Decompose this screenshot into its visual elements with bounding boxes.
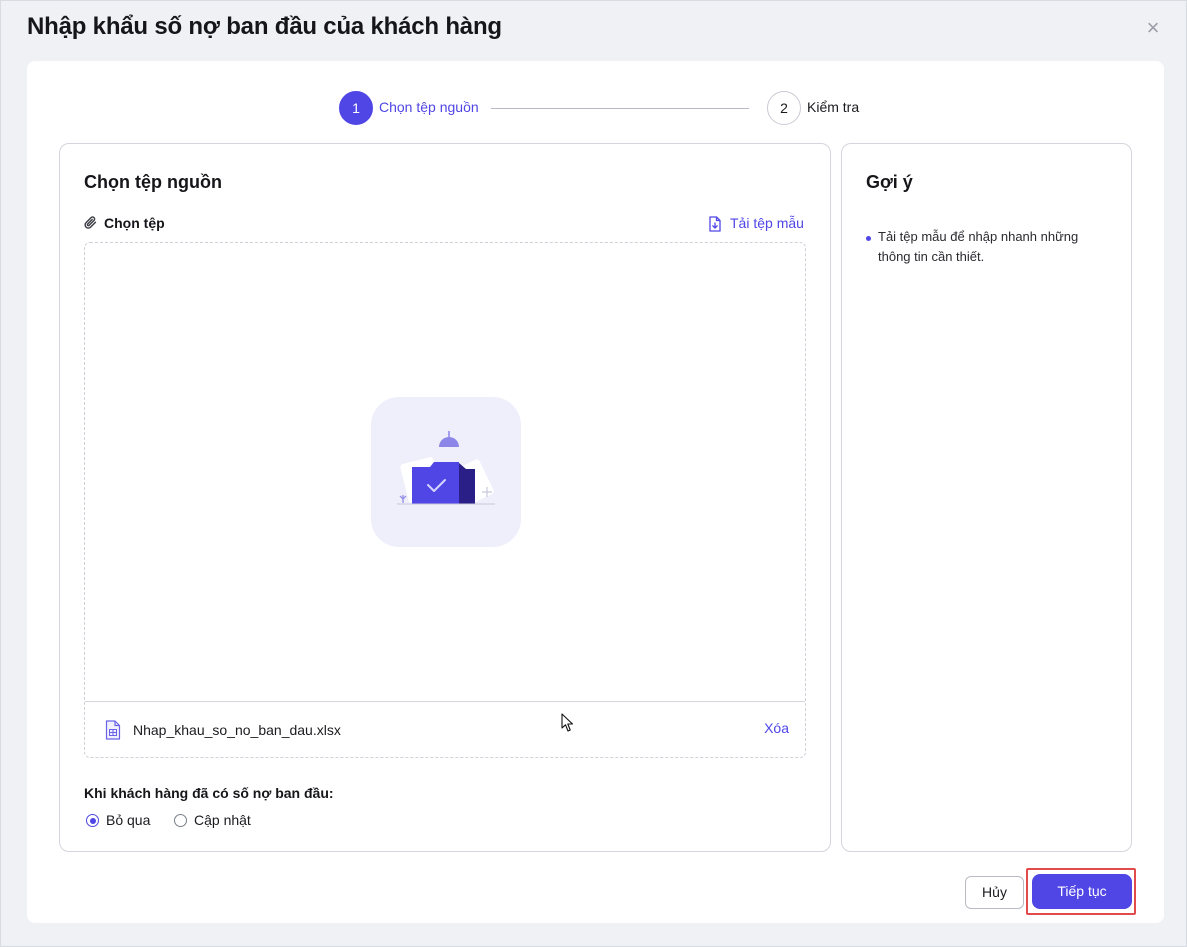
step-connector: [491, 108, 749, 109]
file-dropzone[interactable]: Nhap_khau_so_no_ban_dau.xlsx Xóa: [84, 242, 806, 758]
hint-panel: Gợi ý Tải tệp mẫu để nhập nhanh những th…: [841, 143, 1132, 852]
radio-circle: [86, 814, 99, 827]
dialog-title: Nhập khẩu số nợ ban đầu của khách hàng: [27, 13, 502, 40]
download-template-link[interactable]: Tải tệp mẫu: [708, 214, 806, 234]
folder-check-icon: [397, 431, 495, 505]
step-label: Chọn tệp nguồn: [379, 99, 479, 115]
mouse-cursor-icon: [561, 713, 574, 732]
stepper: 1 Chọn tệp nguồn 2 Kiểm tra: [339, 91, 879, 125]
upload-illustration: [371, 397, 521, 547]
continue-button[interactable]: Tiếp tục: [1032, 874, 1132, 909]
xlsx-file-icon: [105, 720, 121, 740]
source-panel-title: Chọn tệp nguồn: [84, 172, 222, 192]
step-number: 2: [767, 91, 801, 125]
radio-label: Cập nhật: [194, 812, 251, 828]
download-template-label: Tải tệp mẫu: [730, 215, 804, 231]
selected-file-row: Nhap_khau_so_no_ban_dau.xlsx Xóa: [85, 701, 805, 758]
delete-file-button[interactable]: Xóa: [764, 720, 789, 736]
close-icon[interactable]: ×: [1142, 17, 1164, 39]
download-file-icon: [709, 216, 721, 232]
paperclip-icon: [84, 216, 97, 229]
source-panel: Chọn tệp nguồn Chọn tệp Tải tệp mẫu Nhap…: [59, 143, 831, 852]
cancel-button[interactable]: Hủy: [965, 876, 1024, 909]
radio-circle: [174, 814, 187, 827]
step-number: 1: [339, 91, 373, 125]
radio-label: Bỏ qua: [106, 812, 151, 828]
hint-bullet: [866, 236, 871, 241]
hint-title: Gợi ý: [866, 172, 913, 192]
existing-debt-label: Khi khách hàng đã có số nợ ban đầu:: [84, 785, 334, 801]
selected-file-name: Nhap_khau_so_no_ban_dau.xlsx: [133, 722, 341, 738]
dialog-content: 1 Chọn tệp nguồn 2 Kiểm tra Chọn tệp ngu…: [27, 61, 1164, 923]
hint-item: Tải tệp mẫu để nhập nhanh những thông ti…: [878, 229, 1079, 264]
step-label: Kiểm tra: [807, 99, 860, 115]
choose-file-row: Chọn tệp Tải tệp mẫu: [84, 214, 806, 234]
choose-file-label: Chọn tệp: [104, 215, 165, 231]
import-dialog: Nhập khẩu số nợ ban đầu của khách hàng ×…: [0, 0, 1187, 947]
